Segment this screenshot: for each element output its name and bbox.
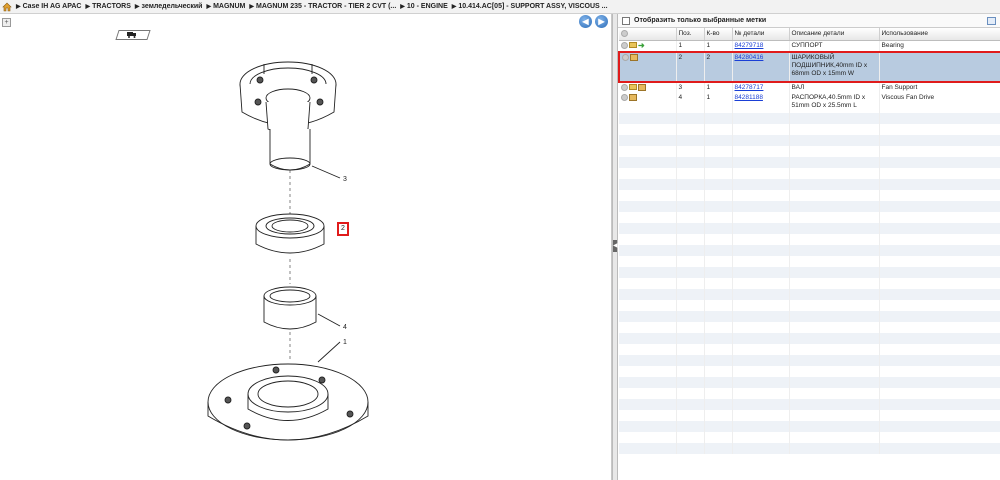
parts-list-panel: Отобразить только выбранные метки Поз. К…: [618, 14, 1000, 480]
table-row[interactable]: 4 1 84281188 РАСПОРКА,40.5mm ID x 51mm O…: [619, 92, 1000, 113]
replace-arrow-icon[interactable]: ➜: [638, 41, 647, 49]
empty-row: [619, 442, 1000, 454]
empty-row: [619, 189, 1000, 201]
breadcrumb: ▶ Case IH AG APAC ▶ TRACTORS ▶ земледельчес…: [0, 0, 1000, 14]
table-row[interactable]: ➜ 1 1 84279718 СУППОРТ Bearing: [619, 40, 1000, 52]
empty-row: [619, 134, 1000, 146]
column-header-actions[interactable]: [619, 28, 677, 41]
cell-quantity: 2: [704, 50, 733, 83]
empty-row: [619, 365, 1000, 377]
breadcrumb-item[interactable]: ▶ Case IH AG APAC: [16, 3, 82, 10]
empty-row: [619, 299, 1000, 311]
part-number-link[interactable]: 84278717: [735, 84, 764, 91]
empty-row: [619, 145, 1000, 157]
empty-row: [619, 376, 1000, 388]
column-header-quantity[interactable]: К-во: [704, 28, 733, 41]
empty-row: [619, 167, 1000, 179]
empty-row: [619, 277, 1000, 289]
cell-description: РАСПОРКА,40.5mm ID x 51mm OD x 25.5mm L: [789, 92, 880, 113]
callout-1: 1: [343, 339, 347, 346]
callout-4: 4: [343, 324, 347, 331]
package-icon[interactable]: [629, 93, 637, 101]
exploded-parts-drawing: 3 4 1: [207, 61, 369, 441]
breadcrumb-item[interactable]: ▶ MAGNUM: [206, 3, 245, 10]
cell-usage: Bearing: [879, 40, 1000, 52]
empty-row: [619, 156, 1000, 168]
filter-label: Отобразить только выбранные метки: [634, 17, 767, 24]
parts-table: Поз. К-во № детали Описание детали Испол…: [618, 28, 1000, 454]
show-selected-checkbox[interactable]: [622, 16, 630, 25]
breadcrumb-item[interactable]: ▶ 10 - ENGINE: [400, 3, 447, 10]
empty-row: [619, 387, 1000, 399]
empty-row: [619, 431, 1000, 443]
part-number-link[interactable]: 84281188: [735, 94, 763, 101]
filter-bar: Отобразить только выбранные метки: [618, 14, 1000, 28]
export-icon[interactable]: [987, 17, 996, 25]
part-number-link[interactable]: 84279718: [735, 42, 764, 49]
add-icon[interactable]: [622, 53, 629, 61]
breadcrumb-item[interactable]: ▶ земледельческий: [135, 3, 203, 10]
empty-row: [619, 233, 1000, 245]
column-header-part-number[interactable]: № детали: [732, 28, 790, 41]
table-row[interactable]: 3 1 84278717 ВАЛ Fan Support: [619, 81, 1000, 93]
cell-quantity: 1: [704, 92, 733, 113]
empty-row: [619, 255, 1000, 267]
cell-position: 3: [676, 81, 705, 93]
cell-position: 4: [676, 92, 705, 113]
drawing-panel: + ◀ ▶ 3 4 1 2: [0, 14, 612, 480]
collapse-arrow-icon[interactable]: ◀: [613, 240, 618, 252]
add-icon[interactable]: [621, 41, 628, 49]
column-header-position[interactable]: Поз.: [676, 28, 705, 41]
part-number-link[interactable]: 84280416: [735, 54, 764, 61]
breadcrumb-item[interactable]: ▶ 10.414.AC[05] - SUPPORT ASSY, VISCOUS .…: [452, 3, 608, 10]
cell-usage: Fan Support: [879, 81, 1000, 93]
empty-row: [619, 123, 1000, 135]
cell-position: 1: [676, 40, 705, 52]
empty-row: [619, 354, 1000, 366]
empty-row: [619, 266, 1000, 278]
empty-row: [619, 112, 1000, 124]
cell-description: ШАРИКОВЫЙ ПОДШИПНИК,40mm ID x 68mm OD x …: [789, 50, 880, 83]
package-icon[interactable]: [630, 53, 638, 61]
cell-description: СУППОРТ: [789, 40, 880, 52]
empty-row: [619, 321, 1000, 333]
empty-row: [619, 178, 1000, 190]
folder-icon[interactable]: [629, 84, 637, 91]
cell-description: ВАЛ: [789, 81, 880, 93]
cell-usage: [879, 50, 1000, 83]
empty-row: [619, 343, 1000, 355]
table-row-selected[interactable]: 2 2 84280416 ШАРИКОВЫЙ ПОДШИПНИК,40mm ID…: [618, 50, 1000, 83]
breadcrumb-item[interactable]: ▶ TRACTORS: [86, 3, 131, 10]
breadcrumb-item[interactable]: ▶ MAGNUM 235 - TRACTOR - TIER 2 CVT (...: [249, 3, 396, 10]
empty-row: [619, 420, 1000, 432]
cell-quantity: 1: [704, 81, 733, 93]
empty-row: [619, 244, 1000, 256]
callout-3: 3: [343, 176, 347, 183]
settings-icon[interactable]: [621, 30, 628, 38]
empty-row: [619, 211, 1000, 223]
empty-row: [619, 398, 1000, 410]
add-icon[interactable]: [621, 83, 628, 91]
package-icon[interactable]: [638, 83, 646, 91]
column-header-description[interactable]: Описание детали: [789, 28, 880, 41]
folder-icon[interactable]: [629, 42, 637, 48]
empty-row: [619, 288, 1000, 300]
cell-position: 2: [676, 50, 705, 83]
column-header-usage[interactable]: Использование: [879, 28, 1000, 41]
add-icon[interactable]: [621, 93, 628, 101]
empty-row: [619, 332, 1000, 344]
empty-row: [619, 409, 1000, 421]
empty-row: [619, 222, 1000, 234]
empty-row: [619, 310, 1000, 322]
home-icon[interactable]: [2, 2, 12, 12]
cell-usage: Viscous Fan Drive: [879, 92, 1000, 113]
callout-2-selected[interactable]: 2: [337, 222, 349, 236]
empty-row: [619, 200, 1000, 212]
cell-quantity: 1: [704, 40, 733, 52]
